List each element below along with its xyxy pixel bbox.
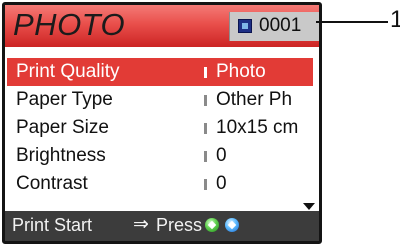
setting-value: 0 (216, 173, 227, 194)
value-marker (204, 123, 207, 134)
footer-instruction: Print Start (12, 215, 93, 235)
value-marker (204, 95, 207, 106)
copy-counter: 0001 (229, 12, 319, 41)
value-marker (204, 179, 207, 190)
counter-value: 0001 (259, 15, 302, 36)
setting-row-contrast[interactable]: Contrast 0 (7, 170, 313, 198)
blue-start-button-icon (225, 218, 239, 232)
setting-row-paper-type[interactable]: Paper Type Other Ph (7, 86, 313, 114)
right-arrow-icon: ⇒ (133, 214, 149, 235)
callout-line (316, 21, 388, 23)
footer-bar: Print Start ⇒ Press (5, 211, 319, 241)
setting-row-brightness[interactable]: Brightness 0 (7, 142, 313, 170)
setting-value: Other Ph (216, 89, 293, 110)
setting-row-paper-size[interactable]: Paper Size 10x15 cm (7, 114, 313, 142)
mode-title: PHOTO (13, 7, 126, 42)
callout-number: 1 (390, 6, 400, 33)
setting-value: 10x15 cm (216, 117, 299, 138)
setting-label: Contrast (16, 173, 88, 194)
footer-press-label: Press (156, 215, 203, 235)
setting-label: Paper Size (16, 117, 109, 138)
value-marker (204, 67, 207, 78)
value-marker (204, 151, 207, 162)
lcd-screen: PHOTO 0001 Print Quality Photo Paper Typ… (2, 2, 322, 244)
settings-list: Print Quality Photo Paper Type Other Ph … (5, 58, 319, 198)
setting-label: Brightness (16, 145, 106, 166)
setting-label: Print Quality (16, 61, 120, 82)
mode-header: PHOTO 0001 (5, 5, 319, 47)
setting-value: 0 (216, 145, 227, 166)
green-start-button-icon (205, 218, 219, 232)
setting-value: Photo (216, 61, 266, 82)
scroll-down-icon[interactable] (303, 203, 315, 210)
copies-icon (238, 19, 252, 33)
setting-row-print-quality[interactable]: Print Quality Photo (7, 58, 313, 86)
setting-label: Paper Type (16, 89, 113, 110)
